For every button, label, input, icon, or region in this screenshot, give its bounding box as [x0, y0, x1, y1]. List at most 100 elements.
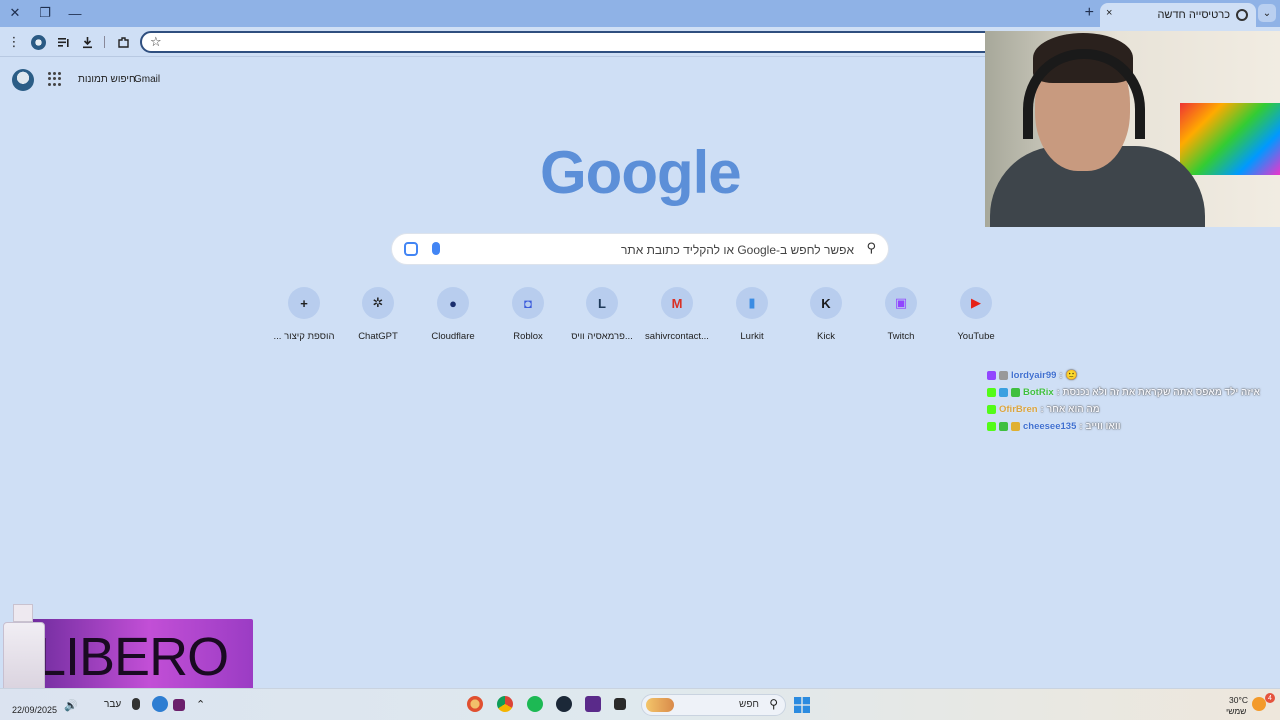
menu-icon[interactable]: ⋮: [5, 33, 23, 51]
notification-badge[interactable]: 4: [1265, 693, 1275, 703]
shortcut-label: Kick: [817, 331, 835, 342]
shortcut-icon: M: [661, 287, 693, 319]
chat-badge-icon: [987, 388, 996, 397]
perfume-bottle-image: [3, 622, 45, 694]
microphone-icon[interactable]: [432, 242, 440, 255]
chrome-taskbar-icon[interactable]: [497, 696, 513, 712]
tab-search-menu-button[interactable]: ⌄: [1258, 4, 1276, 22]
taskbar-search-label: חפש: [739, 699, 759, 710]
next-app-taskbar-icon[interactable]: [585, 696, 601, 712]
shortcut-tile[interactable]: ▶ YouTube: [939, 287, 1013, 342]
tab-new-tab[interactable]: × כרטיסייה חדשה: [1100, 3, 1256, 27]
wall-painting: [1180, 103, 1280, 175]
chat-badge-icon: [999, 422, 1008, 431]
account-avatar[interactable]: [12, 69, 34, 91]
media-queue-icon[interactable]: [54, 33, 72, 51]
shortcut-label: פרמאסיה וויס...: [571, 331, 633, 342]
network-tray-icon[interactable]: [152, 696, 168, 712]
sponsor-overlay: LIBERO: [0, 604, 253, 700]
taskbar: 22/09/2025 🔊 עבר ⌃ חפש ⚲ 30°C שמשי 4: [0, 688, 1280, 720]
google-apps-icon[interactable]: [48, 72, 62, 86]
chat-text: 🙂: [1065, 370, 1078, 381]
chrome-tab-icon: [1236, 9, 1248, 21]
shortcut-icon: K: [810, 287, 842, 319]
images-link[interactable]: חיפוש תמונות: [78, 74, 136, 85]
shortcut-icon: ●: [437, 287, 469, 319]
google-lens-icon[interactable]: [404, 242, 418, 256]
bookmark-star-icon[interactable]: ☆: [150, 34, 162, 50]
shortcut-tile[interactable]: ● Cloudflare: [416, 287, 490, 342]
terminal-taskbar-icon[interactable]: [614, 698, 626, 710]
tab-close-icon[interactable]: ×: [1106, 7, 1112, 19]
shortcut-icon: ▣: [885, 287, 917, 319]
toolbar-divider: [104, 36, 105, 48]
shortcut-tile[interactable]: ✲ ChatGPT: [341, 287, 415, 342]
shortcut-tile[interactable]: K Kick: [789, 287, 863, 342]
steam-taskbar-icon[interactable]: [556, 696, 572, 712]
chat-badge-icon: [987, 422, 996, 431]
shortcut-label: sahivrcontact...: [645, 331, 709, 342]
shortcut-icon: ◘: [512, 287, 544, 319]
chat-username: BotRix: [1023, 387, 1054, 398]
chat-separator: :: [1059, 370, 1063, 381]
weather-desc: שמשי: [1226, 706, 1247, 716]
windows-start-icon[interactable]: [794, 697, 810, 713]
search-box[interactable]: אפשר לחפש ב-Google או להקליד כתובת אתר ⚲: [391, 233, 889, 265]
new-tab-button[interactable]: +: [1085, 4, 1094, 22]
language-indicator[interactable]: עבר: [104, 699, 121, 710]
shortcut-tile[interactable]: ◘ Roblox: [491, 287, 565, 342]
chat-badge-icon: [999, 388, 1008, 397]
download-icon[interactable]: [78, 33, 96, 51]
profile-avatar-icon[interactable]: [29, 33, 47, 51]
sponsor-brand-logo: LIBERO: [36, 627, 229, 687]
shortcut-label: ... הוספת קיצור: [273, 331, 335, 342]
extensions-icon[interactable]: [114, 33, 132, 51]
chat-text: איזה ילד מאפס אתה שקראת את זה ולא נכנסת: [1062, 387, 1260, 398]
shortcut-icon: +: [288, 287, 320, 319]
chat-text: מה הוא אחר: [1046, 404, 1100, 415]
chat-message: lordyair99: 🙂: [987, 367, 1277, 384]
weather-temp[interactable]: 30°C: [1229, 695, 1248, 705]
taskbar-search[interactable]: חפש ⚲: [641, 694, 786, 716]
mic-tray-icon[interactable]: [132, 698, 140, 710]
chat-badge-icon: [999, 371, 1008, 380]
chat-message: BotRix: איזה ילד מאפס אתה שקראת את זה ולא…: [987, 384, 1277, 401]
shortcut-icon: L: [586, 287, 618, 319]
shortcut-tile[interactable]: ▮ Lurkit: [715, 287, 789, 342]
chat-separator: :: [1040, 404, 1044, 415]
chat-username: cheesee135: [1023, 421, 1077, 432]
webcam-overlay: [985, 31, 1280, 227]
tray-overflow-chevron-icon[interactable]: ⌃: [196, 698, 205, 711]
shortcut-tile[interactable]: L פרמאסיה וויס...: [565, 287, 639, 342]
gmail-link[interactable]: Gmail: [134, 74, 160, 85]
chat-username: OfirBren: [999, 404, 1038, 415]
chat-message: cheesee135: וואו ווייב: [987, 418, 1277, 435]
stream-chat-overlay: lordyair99: 🙂 BotRix: איזה ילד מאפס אתה שקר…: [987, 367, 1277, 435]
perfume-cap-image: [13, 604, 33, 622]
shortcut-tile[interactable]: ▣ Twitch: [864, 287, 938, 342]
google-logo: Google: [540, 139, 742, 206]
chat-badge-icon: [987, 405, 996, 414]
app-icon-1[interactable]: [467, 696, 483, 712]
shortcut-tile[interactable]: Msahivrcontact...: [640, 287, 714, 342]
onenote-tray-icon[interactable]: [173, 699, 185, 711]
shortcut-label: ChatGPT: [358, 331, 398, 342]
shortcut-icon: ▮: [736, 287, 768, 319]
shortcut-icon: ✲: [362, 287, 394, 319]
search-placeholder: אפשר לחפש ב-Google או להקליד כתובת אתר: [621, 243, 854, 257]
tab-title: כרטיסייה חדשה: [1157, 9, 1230, 21]
shortcut-label: Cloudflare: [431, 331, 475, 342]
chat-text: וואו ווייב: [1085, 421, 1121, 432]
window-close-button[interactable]: ✕: [4, 3, 26, 23]
shortcut-label: Roblox: [513, 331, 543, 342]
window-restore-button[interactable]: ❐: [34, 3, 56, 23]
weather-sun-icon[interactable]: [1252, 697, 1266, 711]
spotify-taskbar-icon[interactable]: [527, 696, 543, 712]
chat-username: lordyair99: [1011, 370, 1057, 381]
shortcut-tile[interactable]: + ... הוספת קיצור: [267, 287, 341, 342]
window-minimize-button[interactable]: —: [64, 3, 86, 23]
volume-icon[interactable]: 🔊: [64, 699, 78, 712]
title-bar: ✕ ❐ — + × כרטיסייה חדשה ⌄: [0, 0, 1280, 27]
search-icon: ⚲: [866, 240, 876, 255]
chat-badge-icon: [987, 371, 996, 380]
